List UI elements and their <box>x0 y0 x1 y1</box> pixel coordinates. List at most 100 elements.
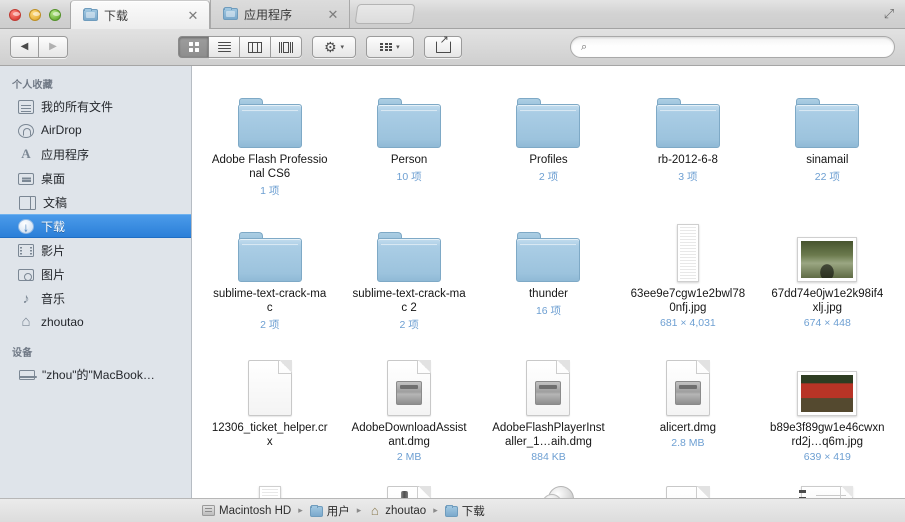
zoom-button[interactable] <box>49 9 61 21</box>
sidebar-item-label: 文稿 <box>43 195 68 210</box>
file-item[interactable]: sinamail 22 项 <box>758 80 897 214</box>
folder-icon <box>516 98 581 148</box>
disk-image-icon <box>665 486 710 498</box>
file-item[interactable]: alicert.dmg 2.8 MB <box>618 348 757 482</box>
folder-icon <box>309 504 323 517</box>
home-icon <box>18 314 34 330</box>
sidebar-item-label: 下载 <box>41 219 66 234</box>
coverflow-view-button[interactable] <box>271 36 302 58</box>
sidebar-section-devices-header: 设备 <box>12 348 33 359</box>
file-item[interactable]: 12306_ticket_helper.crx <box>200 348 339 482</box>
file-item[interactable]: Profiles 2 项 <box>479 80 618 214</box>
breadcrumb-item-users[interactable]: 用户 <box>309 503 350 519</box>
sidebar-item-all-my-files[interactable]: 我的所有文件 <box>0 94 191 118</box>
file-item[interactable]: thunder 16 项 <box>479 214 618 348</box>
application-icon <box>522 486 575 498</box>
forward-button[interactable]: ▶ <box>39 36 68 58</box>
file-meta: 16 项 <box>535 305 562 317</box>
icon-view-button[interactable] <box>178 36 209 58</box>
breadcrumb-item-zhoutao[interactable]: zhoutao <box>368 505 426 517</box>
file-item[interactable]: sublime-text-crack-mac 2 项 <box>200 214 339 348</box>
file-item[interactable]: AdobeFlashPlayerInstaller_1…aih.dmg 884 … <box>479 348 618 482</box>
close-icon[interactable]: ✕ <box>187 9 199 22</box>
sidebar-item-macbook[interactable]: "zhou"的"MacBook… <box>0 362 191 386</box>
navigation-buttons: ◀ ▶ <box>10 36 68 58</box>
sidebar-item-pictures[interactable]: 图片 <box>0 262 191 286</box>
file-item[interactable]: AdobeDownloadAssistant.dmg 2 MB <box>339 348 478 482</box>
breadcrumb-item-downloads[interactable]: 下载 <box>444 503 485 519</box>
tab-applications[interactable]: 应用程序 ✕ <box>210 0 350 28</box>
sidebar-item-zhoutao[interactable]: zhoutao <box>0 310 191 334</box>
file-meta: 2 项 <box>260 318 280 331</box>
file-item[interactable]: 67dd74e0jw1e2k98if4xlj.jpg 674 × 448 <box>758 214 897 348</box>
new-tab-button[interactable] <box>354 4 416 24</box>
sidebar-item-downloads[interactable]: 下载 <box>0 214 191 238</box>
disk-icon <box>202 505 215 516</box>
file-item[interactable]: Person 10 项 <box>339 80 478 214</box>
view-switcher <box>178 36 302 58</box>
sidebar-item-music[interactable]: 音乐 <box>0 286 191 310</box>
gear-icon: ⚙ <box>323 39 337 55</box>
sidebar-item-label: 我的所有文件 <box>41 99 114 114</box>
home-icon <box>368 505 381 516</box>
breadcrumb: Macintosh HD ▸ 用户 ▸ zhoutao ▸ 下载 <box>192 503 485 519</box>
file-item[interactable] <box>339 482 478 498</box>
search-icon: ⌕ <box>581 40 588 53</box>
file-name: AdobeDownloadAssistant.dmg <box>351 422 467 448</box>
file-meta: 884 KB <box>531 450 566 463</box>
file-name: thunder <box>528 288 568 300</box>
folder-icon <box>444 504 458 517</box>
desktop-icon <box>18 173 34 185</box>
folder-icon <box>237 232 302 282</box>
arrange-menu-button[interactable]: ▾ <box>366 36 414 58</box>
sidebar-item-movies[interactable]: 影片 <box>0 238 191 262</box>
sidebar-item-applications[interactable]: 应用程序 <box>0 142 191 166</box>
file-meta: 3 项 <box>678 171 698 183</box>
file-name: rb-2012-6-8 <box>657 154 718 166</box>
file-item[interactable] <box>618 482 757 498</box>
file-item[interactable]: sublime-text-crack-mac 2 2 项 <box>339 214 478 348</box>
file-item[interactable]: b89e3f89gw1e46cwxnrd2j…q6m.jpg 639 × 419 <box>758 348 897 482</box>
file-name: 63ee9e7cgw1e2bwl780nfj.jpg <box>630 288 746 314</box>
file-name: Profiles <box>529 154 568 166</box>
breadcrumb-item-macintosh-hd[interactable]: Macintosh HD <box>202 505 291 517</box>
sidebar-item-documents[interactable]: 文稿 <box>0 190 191 214</box>
file-browser[interactable]: Adobe Flash Professional CS6 1 项 Person … <box>192 66 905 498</box>
file-item[interactable] <box>758 482 897 498</box>
folder-icon <box>83 7 98 21</box>
file-item[interactable] <box>479 482 618 498</box>
columns-icon <box>248 41 262 53</box>
close-icon[interactable]: ✕ <box>327 8 339 21</box>
icon-grid: Adobe Flash Professional CS6 1 项 Person … <box>192 66 905 498</box>
file-item[interactable]: Adobe Flash Professional CS6 1 项 <box>200 80 339 214</box>
fullscreen-icon[interactable]: ⤢ <box>881 6 897 22</box>
column-view-button[interactable] <box>240 36 271 58</box>
action-menu-button[interactable]: ⚙ ▾ <box>312 36 356 58</box>
file-meta: 681 × 4,031 <box>660 316 716 329</box>
documents-icon <box>19 195 36 210</box>
share-button[interactable] <box>424 35 462 58</box>
search-input[interactable] <box>593 41 884 53</box>
file-item[interactable] <box>200 482 339 498</box>
archive-icon <box>387 486 432 498</box>
folder-icon <box>795 98 860 148</box>
file-item[interactable]: 63ee9e7cgw1e2bwl780nfj.jpg 681 × 4,031 <box>618 214 757 348</box>
close-button[interactable] <box>9 9 21 21</box>
file-meta: 674 × 448 <box>803 316 851 329</box>
tab-downloads[interactable]: 下载 ✕ <box>70 0 210 29</box>
sidebar-item-desktop[interactable]: 桌面 <box>0 166 191 190</box>
search-field[interactable]: ⌕ <box>570 36 895 58</box>
minimize-button[interactable] <box>29 9 41 21</box>
file-meta: 1 项 <box>260 184 280 197</box>
toolbar: ◀ ▶ ⚙ ▾ ▾ ↗ ⌕ <box>0 29 905 66</box>
breadcrumb-label: zhoutao <box>385 504 427 517</box>
back-button[interactable]: ◀ <box>10 36 39 58</box>
tab-bar: 下载 ✕ 应用程序 ✕ ⤢ <box>0 0 905 29</box>
list-view-button[interactable] <box>209 36 240 58</box>
image-thumbnail-icon <box>797 237 858 282</box>
file-item[interactable]: rb-2012-6-8 3 项 <box>618 80 757 214</box>
file-meta: 22 项 <box>814 171 840 183</box>
sidebar-item-airdrop[interactable]: AirDrop <box>0 118 191 142</box>
breadcrumb-label: 下载 <box>461 505 485 518</box>
file-meta: 10 项 <box>396 171 422 183</box>
